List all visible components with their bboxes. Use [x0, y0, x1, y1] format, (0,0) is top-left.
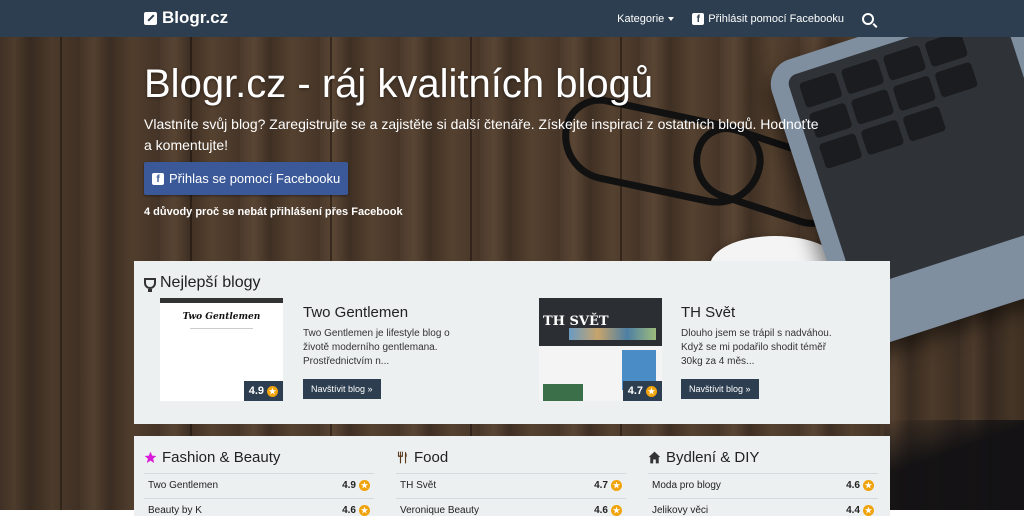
- visit-blog-button[interactable]: Navštívit blog »: [303, 379, 381, 399]
- home-icon: [648, 451, 661, 464]
- facebook-login-link[interactable]: f Přihlásit pomocí Facebooku: [692, 12, 844, 25]
- visit-blog-button[interactable]: Navštívit blog »: [681, 379, 759, 399]
- cutlery-icon: [397, 451, 407, 464]
- categories-panel: Fashion & Beauty Two Gentlemen 4.9 ★ Bea…: [134, 436, 890, 516]
- star-icon: ★: [359, 480, 370, 491]
- blog-score: 4.4 ★: [846, 505, 874, 516]
- score-value: 4.6: [594, 505, 608, 516]
- search-icon: [862, 12, 874, 25]
- chevron-down-icon: [668, 16, 675, 21]
- rating-value: 4.9: [248, 385, 264, 397]
- blog-name: TH Svět: [400, 480, 437, 491]
- best-blogs-title: Nejlepší blogy: [160, 274, 261, 291]
- star-icon: ★: [863, 505, 874, 516]
- score-value: 4.7: [594, 480, 608, 491]
- thumb-logo: TH SVĚT: [543, 314, 609, 329]
- list-item[interactable]: Two Gentlemen 4.9 ★: [144, 473, 374, 497]
- brand-link[interactable]: Blogr.cz: [144, 8, 228, 28]
- facebook-login-label: Přihlásit pomocí Facebooku: [708, 12, 844, 25]
- pencil-icon: [144, 11, 157, 25]
- blog-name: Two Gentlemen: [148, 480, 219, 491]
- list-item[interactable]: Moda pro blogy 4.6 ★: [648, 473, 878, 497]
- top-navbar: Blogr.cz Kategorie f Přihlásit pomocí Fa…: [0, 0, 1024, 37]
- brand-label: Blogr.cz: [162, 8, 229, 27]
- blog-thumbnail[interactable]: Two Gentlemen 4.9 ★: [160, 298, 283, 401]
- blog-score: 4.6 ★: [846, 480, 874, 491]
- thumb-picture: [543, 384, 583, 401]
- blog-name: Veronique Beauty: [400, 505, 479, 516]
- score-value: 4.6: [846, 480, 860, 491]
- thumb-logo: Two Gentlemen: [182, 312, 261, 322]
- blog-score: 4.6 ★: [594, 505, 622, 516]
- blog-score: 4.9 ★: [342, 480, 370, 491]
- rating-badge: 4.9 ★: [243, 381, 283, 401]
- categories-dropdown[interactable]: Kategorie: [617, 12, 675, 25]
- blog-name: Jelikovy věci: [652, 505, 709, 516]
- dark-corner: [884, 420, 1024, 510]
- star-icon: ★: [863, 480, 874, 491]
- category-heading[interactable]: Fashion & Beauty: [144, 449, 280, 466]
- star-icon: ★: [611, 505, 622, 516]
- blog-name: Beauty by K: [148, 505, 202, 516]
- star-icon: ★: [611, 480, 622, 491]
- facebook-login-button[interactable]: f Přihlas se pomocí Facebooku: [144, 162, 349, 195]
- thumb-divider: [190, 328, 253, 329]
- star-icon: ★: [646, 385, 657, 397]
- score-value: 4.4: [846, 505, 860, 516]
- best-blogs-heading: Nejlepší blogy: [144, 274, 261, 292]
- facebook-icon: f: [692, 12, 705, 25]
- category-title: Food: [414, 449, 449, 466]
- category-heading[interactable]: Food: [396, 449, 448, 466]
- thumb-image-strip: [569, 328, 656, 340]
- star-icon: ★: [267, 385, 278, 397]
- blog-score: 4.7 ★: [594, 480, 622, 491]
- search-button[interactable]: [862, 12, 874, 25]
- category-title: Bydlení & DIY: [666, 449, 760, 466]
- star-icon: ★: [359, 505, 370, 516]
- list-item[interactable]: TH Svět 4.7 ★: [396, 473, 626, 497]
- category-title: Fashion & Beauty: [162, 449, 281, 466]
- blog-name: Moda pro blogy: [652, 480, 721, 491]
- blog-thumbnail[interactable]: TH SVĚT 4.7 ★: [539, 298, 662, 401]
- blog-title[interactable]: Two Gentlemen: [303, 304, 408, 321]
- blog-title[interactable]: TH Svět: [681, 304, 735, 321]
- score-value: 4.6: [342, 505, 356, 516]
- category-heading[interactable]: Bydlení & DIY: [648, 449, 759, 466]
- facebook-login-button-label: Přihlas se pomocí Facebooku: [169, 171, 341, 186]
- rating-badge: 4.7 ★: [622, 381, 662, 401]
- best-blogs-panel: Nejlepší blogy Two Gentlemen 4.9 ★ Two G…: [134, 261, 890, 424]
- hero-title: Blogr.cz - ráj kvalitních blogů: [144, 62, 654, 106]
- blog-score: 4.6 ★: [342, 505, 370, 516]
- list-item[interactable]: Jelikovy věci 4.4 ★: [648, 498, 878, 522]
- facebook-icon: f: [152, 172, 164, 185]
- rating-value: 4.7: [627, 385, 643, 397]
- nav-right: Kategorie f Přihlásit pomocí Facebooku: [617, 0, 874, 37]
- list-item[interactable]: Veronique Beauty 4.6 ★: [396, 498, 626, 522]
- blog-excerpt: Two Gentlemen je lifestyle blog o životě…: [303, 328, 450, 367]
- thumb-topbar: [160, 298, 283, 303]
- reasons-link[interactable]: 4 důvody proč se nebát přihlášení přes F…: [144, 206, 403, 218]
- list-item[interactable]: Beauty by K 4.6 ★: [144, 498, 374, 522]
- categories-label: Kategorie: [617, 12, 665, 25]
- blog-excerpt: Dlouho jsem se trápil s nadváhou. Když s…: [681, 328, 832, 367]
- star-icon: [144, 451, 157, 463]
- score-value: 4.9: [342, 480, 356, 491]
- trophy-icon: [144, 277, 156, 292]
- wood-plank-line: [60, 37, 62, 510]
- hero-subtitle: Vlastníte svůj blog? Zaregistrujte se a …: [144, 116, 819, 153]
